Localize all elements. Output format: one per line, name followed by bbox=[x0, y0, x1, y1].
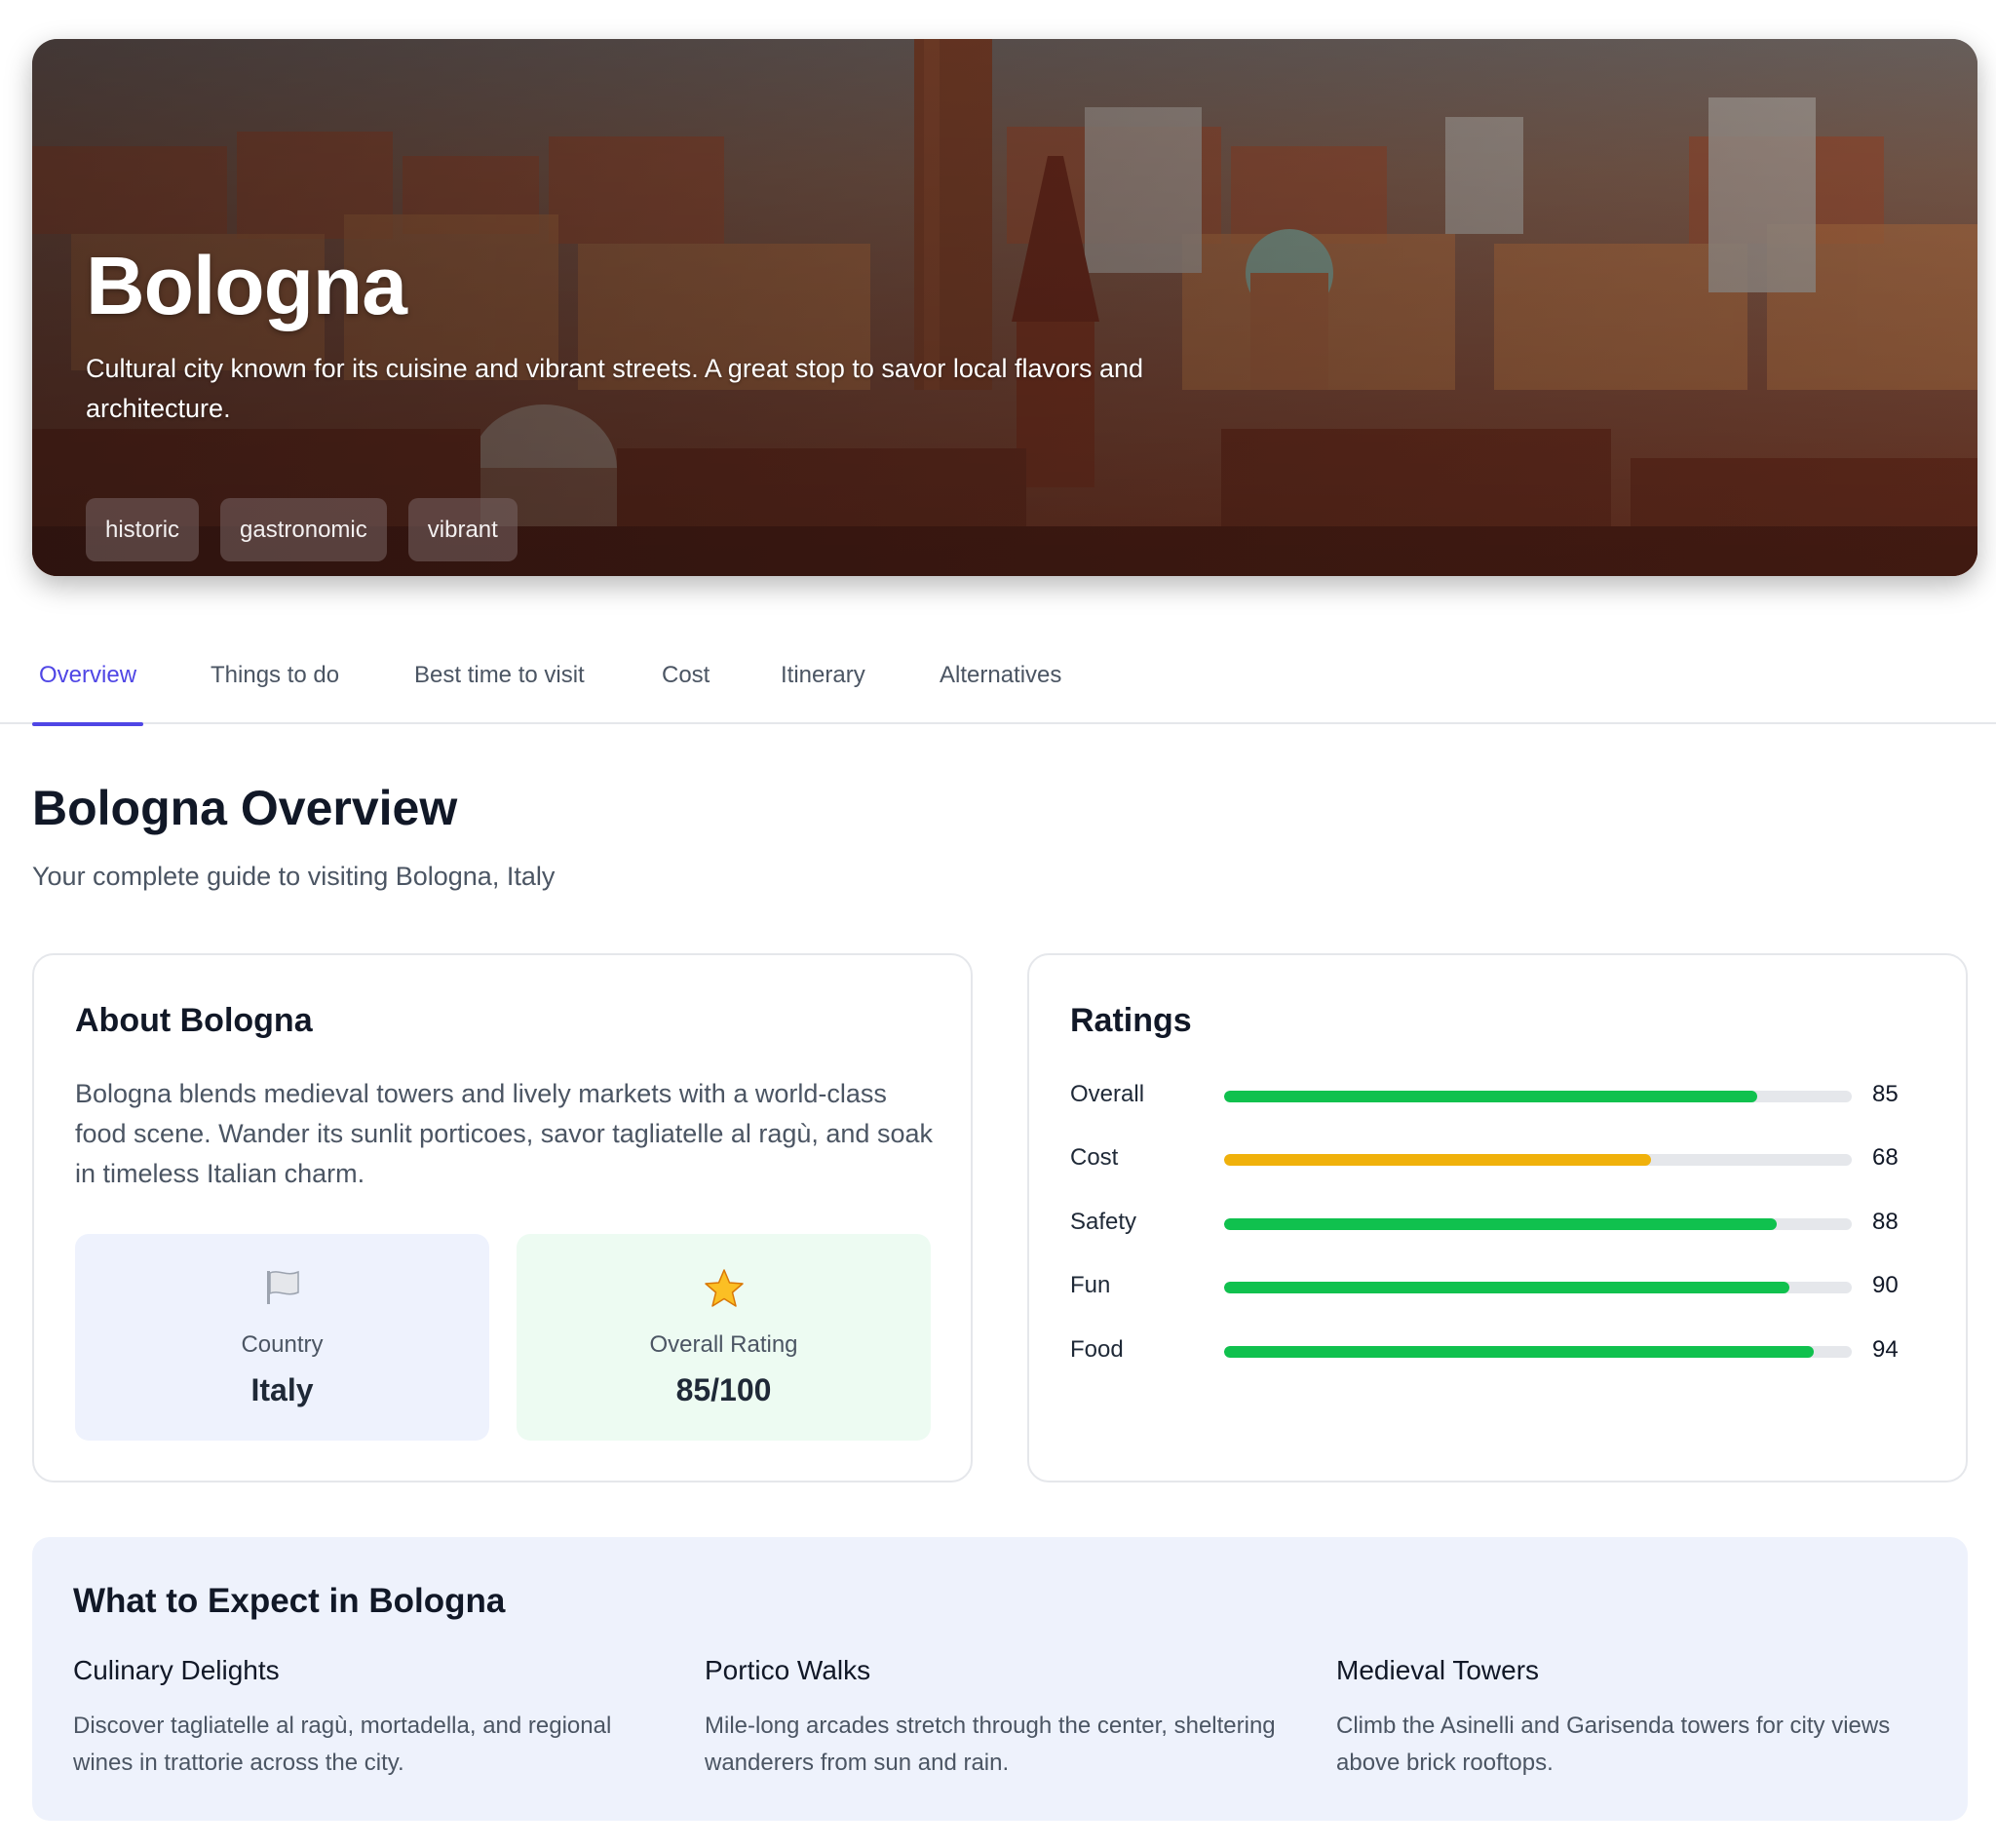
rating-label: Safety bbox=[1070, 1209, 1137, 1235]
rating-value: 90 bbox=[1872, 1272, 1899, 1298]
tab-itinerary[interactable]: Itinerary bbox=[781, 643, 865, 724]
tag-list: historic gastronomic vibrant bbox=[86, 498, 518, 561]
rating-label: Food bbox=[1070, 1336, 1124, 1363]
rating-bar-track bbox=[1224, 1218, 1852, 1230]
country-stat: Country Italy bbox=[75, 1234, 489, 1441]
rating-bar-fill bbox=[1224, 1218, 1777, 1230]
tag-gastronomic[interactable]: gastronomic bbox=[220, 498, 387, 561]
rating-label: Fun bbox=[1070, 1272, 1111, 1298]
hero-description: Cultural city known for its cuisine and … bbox=[86, 354, 1144, 423]
rating-row-safety: Safety 88 bbox=[1070, 1205, 1928, 1244]
rating-bar-track bbox=[1224, 1091, 1852, 1102]
active-tab-indicator bbox=[32, 722, 144, 726]
tab-alternatives[interactable]: Alternatives bbox=[940, 643, 1061, 724]
rating-label: Cost bbox=[1070, 1144, 1119, 1171]
hero-banner: Bologna Cultural city known for its cuis… bbox=[32, 39, 1977, 576]
tab-best-time-to-visit[interactable]: Best time to visit bbox=[414, 643, 585, 724]
page-subtitle: Your complete guide to visiting Bologna,… bbox=[32, 862, 556, 891]
overall-rating-stat: Overall Rating 85/100 bbox=[517, 1234, 931, 1441]
rating-value: 85 bbox=[1872, 1081, 1899, 1107]
rating-bar-fill bbox=[1224, 1346, 1815, 1358]
tab-label: Overview bbox=[39, 662, 137, 688]
tab-overview[interactable]: Overview bbox=[32, 643, 144, 726]
rating-bar-track bbox=[1224, 1346, 1852, 1358]
expect-item-towers: Medieval Towers Climb the Asinelli and G… bbox=[1336, 1655, 1921, 1782]
expect-item-text: Discover tagliatelle al ragù, mortadella… bbox=[73, 1713, 612, 1776]
overall-rating-value: 85/100 bbox=[675, 1372, 772, 1407]
country-label: Country bbox=[241, 1331, 324, 1358]
about-card: About Bologna Bologna blends medieval to… bbox=[32, 953, 973, 1482]
country-value: Italy bbox=[250, 1372, 314, 1407]
rating-label: Overall bbox=[1070, 1081, 1145, 1107]
tag-vibrant[interactable]: vibrant bbox=[407, 498, 518, 561]
what-to-expect-section: What to Expect in Bologna Culinary Delig… bbox=[32, 1537, 1968, 1821]
rating-bar-fill bbox=[1224, 1091, 1758, 1102]
rating-row-overall: Overall 85 bbox=[1070, 1077, 1928, 1116]
ratings-card: Ratings Overall 85 Cost 68 Safety 88 Fun 90 Food… bbox=[1027, 953, 1968, 1482]
rating-bar-track bbox=[1224, 1282, 1852, 1293]
tab-bar: Overview Things to do Best time to visit… bbox=[0, 643, 1996, 726]
rating-bar-track bbox=[1224, 1154, 1852, 1166]
tab-cost[interactable]: Cost bbox=[662, 643, 710, 724]
rating-value: 94 bbox=[1872, 1336, 1899, 1363]
star-icon bbox=[517, 1267, 931, 1310]
rating-bar-fill bbox=[1224, 1154, 1651, 1166]
overall-rating-label: Overall Rating bbox=[649, 1331, 798, 1358]
page-title: Bologna Overview bbox=[32, 781, 458, 835]
expect-item-culinary: Culinary Delights Discover tagliatelle a… bbox=[73, 1655, 658, 1782]
expect-item-text: Climb the Asinelli and Garisenda towers … bbox=[1336, 1713, 1891, 1776]
tab-things-to-do[interactable]: Things to do bbox=[211, 643, 339, 724]
rating-row-cost: Cost 68 bbox=[1070, 1140, 1928, 1179]
flag-icon bbox=[75, 1267, 489, 1310]
expect-item-title: Culinary Delights bbox=[73, 1655, 280, 1685]
expect-heading: What to Expect in Bologna bbox=[73, 1582, 506, 1620]
expect-item-title: Medieval Towers bbox=[1336, 1655, 1540, 1685]
rating-value: 68 bbox=[1872, 1144, 1899, 1171]
about-text: Bologna blends medieval towers and livel… bbox=[75, 1079, 933, 1188]
expect-item-title: Portico Walks bbox=[705, 1655, 871, 1685]
about-heading: About Bologna bbox=[75, 1002, 313, 1039]
tag-historic[interactable]: historic bbox=[86, 498, 200, 561]
rating-value: 88 bbox=[1872, 1209, 1899, 1235]
rating-row-fun: Fun 90 bbox=[1070, 1268, 1928, 1307]
hero-title: Bologna bbox=[86, 240, 407, 331]
rating-row-food: Food 94 bbox=[1070, 1332, 1928, 1371]
expect-item-portico: Portico Walks Mile-long arcades stretch … bbox=[705, 1655, 1289, 1782]
expect-item-text: Mile-long arcades stretch through the ce… bbox=[705, 1713, 1276, 1776]
ratings-heading: Ratings bbox=[1070, 1002, 1192, 1039]
rating-bar-fill bbox=[1224, 1282, 1789, 1293]
